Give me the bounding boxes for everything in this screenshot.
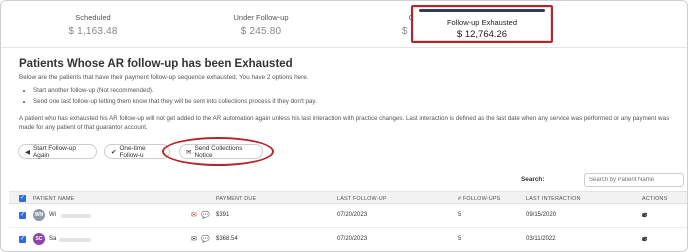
stat-value: $ 1,163.48 <box>68 26 118 37</box>
column-header-payment[interactable]: PAYMENT DUE <box>216 196 256 202</box>
start-followup-button[interactable]: ◀ Start Follow-up Again <box>18 144 97 159</box>
last-followup: 07/20/2023 <box>337 212 368 218</box>
avatar: SC <box>33 233 45 245</box>
active-tab-indicator <box>419 9 545 12</box>
table-row[interactable]: ✓ WN Wi ✉ 💬 $391 07/20/2023 5 09/15/2020… <box>9 204 687 228</box>
highlight-circle <box>162 137 274 166</box>
column-header-last-interaction[interactable]: LAST INTERACTION <box>526 196 581 202</box>
stat-value: $ 12,764.26 <box>456 29 508 40</box>
redacted-name <box>61 214 91 218</box>
last-interaction: 09/15/2020 <box>526 212 557 218</box>
patient-name[interactable]: Sa <box>49 236 56 242</box>
app-frame: Scheduled $ 1,163.48 Under Follow-up $ 2… <box>0 0 688 252</box>
column-header-followups[interactable]: # FOLLOW-UPS <box>458 196 500 202</box>
divider <box>1 47 687 48</box>
button-label: One-time Follow-u <box>119 144 146 159</box>
button-label: Start Follow-up Again <box>33 144 76 159</box>
followup-count: 5 <box>458 212 462 218</box>
search-input[interactable] <box>584 173 684 187</box>
table-header: ✓ PATIENT NAME PAYMENT DUE LAST FOLLOW-U… <box>9 191 687 204</box>
row-checkbox[interactable]: ✓ <box>19 236 26 243</box>
stat-label: Scheduled <box>75 13 111 22</box>
search-label: Search: <box>521 176 545 183</box>
last-interaction: 03/11/2022 <box>526 236 556 242</box>
stats-row: Scheduled $ 1,163.48 Under Follow-up $ 2… <box>9 5 681 47</box>
info-note: A patient who has exhausted his AR follo… <box>19 115 670 131</box>
paperclip-icon[interactable]: ⌀ <box>642 235 646 243</box>
payment-due: $368.54 <box>216 236 238 242</box>
table-row[interactable]: ✓ SC Sa ✉ 💬 $368.54 07/20/2023 5 03/11/2… <box>9 228 687 251</box>
play-icon: ◀ <box>25 148 30 156</box>
options-list: Start another follow-up (Not recommended… <box>33 87 317 109</box>
column-header-name[interactable]: PATIENT NAME <box>33 196 74 202</box>
stat-under-followup[interactable]: Under Follow-up $ 245.80 <box>177 5 345 47</box>
chat-icon[interactable]: 💬 <box>201 235 210 243</box>
intro-text: Below are the patients that have their p… <box>19 74 309 81</box>
paperclip-icon[interactable]: ⌀ <box>642 211 646 219</box>
select-all-checkbox[interactable]: ✓ <box>19 195 26 202</box>
stat-value: $ 245.80 <box>240 26 282 37</box>
patient-name[interactable]: Wi <box>49 212 56 218</box>
onetime-followup-button[interactable]: ✔ One-time Follow-u <box>104 144 170 159</box>
column-header-last-followup[interactable]: LAST FOLLOW-UP <box>337 196 387 202</box>
option-item: Send one last follow-up letting them kno… <box>33 98 317 105</box>
check-circle-icon: ✔ <box>111 148 117 156</box>
option-item: Start another follow-up (Not recommended… <box>33 87 317 94</box>
column-header-actions: ACTIONS <box>642 196 668 202</box>
stat-label: Under Follow-up <box>233 13 289 22</box>
chat-icon[interactable]: 💬 <box>201 211 210 219</box>
payment-due: $391 <box>216 212 230 218</box>
page-title: Patients Whose AR follow-up has been Exh… <box>19 58 293 70</box>
last-followup: 07/20/2023 <box>337 236 368 242</box>
stat-scheduled[interactable]: Scheduled $ 1,163.48 <box>9 5 177 47</box>
stat-label: Follow-up Exhausted <box>446 18 518 27</box>
avatar: WN <box>33 209 45 221</box>
stat-followup-exhausted[interactable]: Follow-up Exhausted $ 12,764.26 <box>411 5 553 43</box>
envelope-icon[interactable]: ✉ <box>191 235 197 243</box>
redacted-name <box>59 238 91 242</box>
row-checkbox[interactable]: ✓ <box>19 212 26 219</box>
followup-count: 5 <box>458 236 462 242</box>
envelope-icon[interactable]: ✉ <box>191 211 197 219</box>
